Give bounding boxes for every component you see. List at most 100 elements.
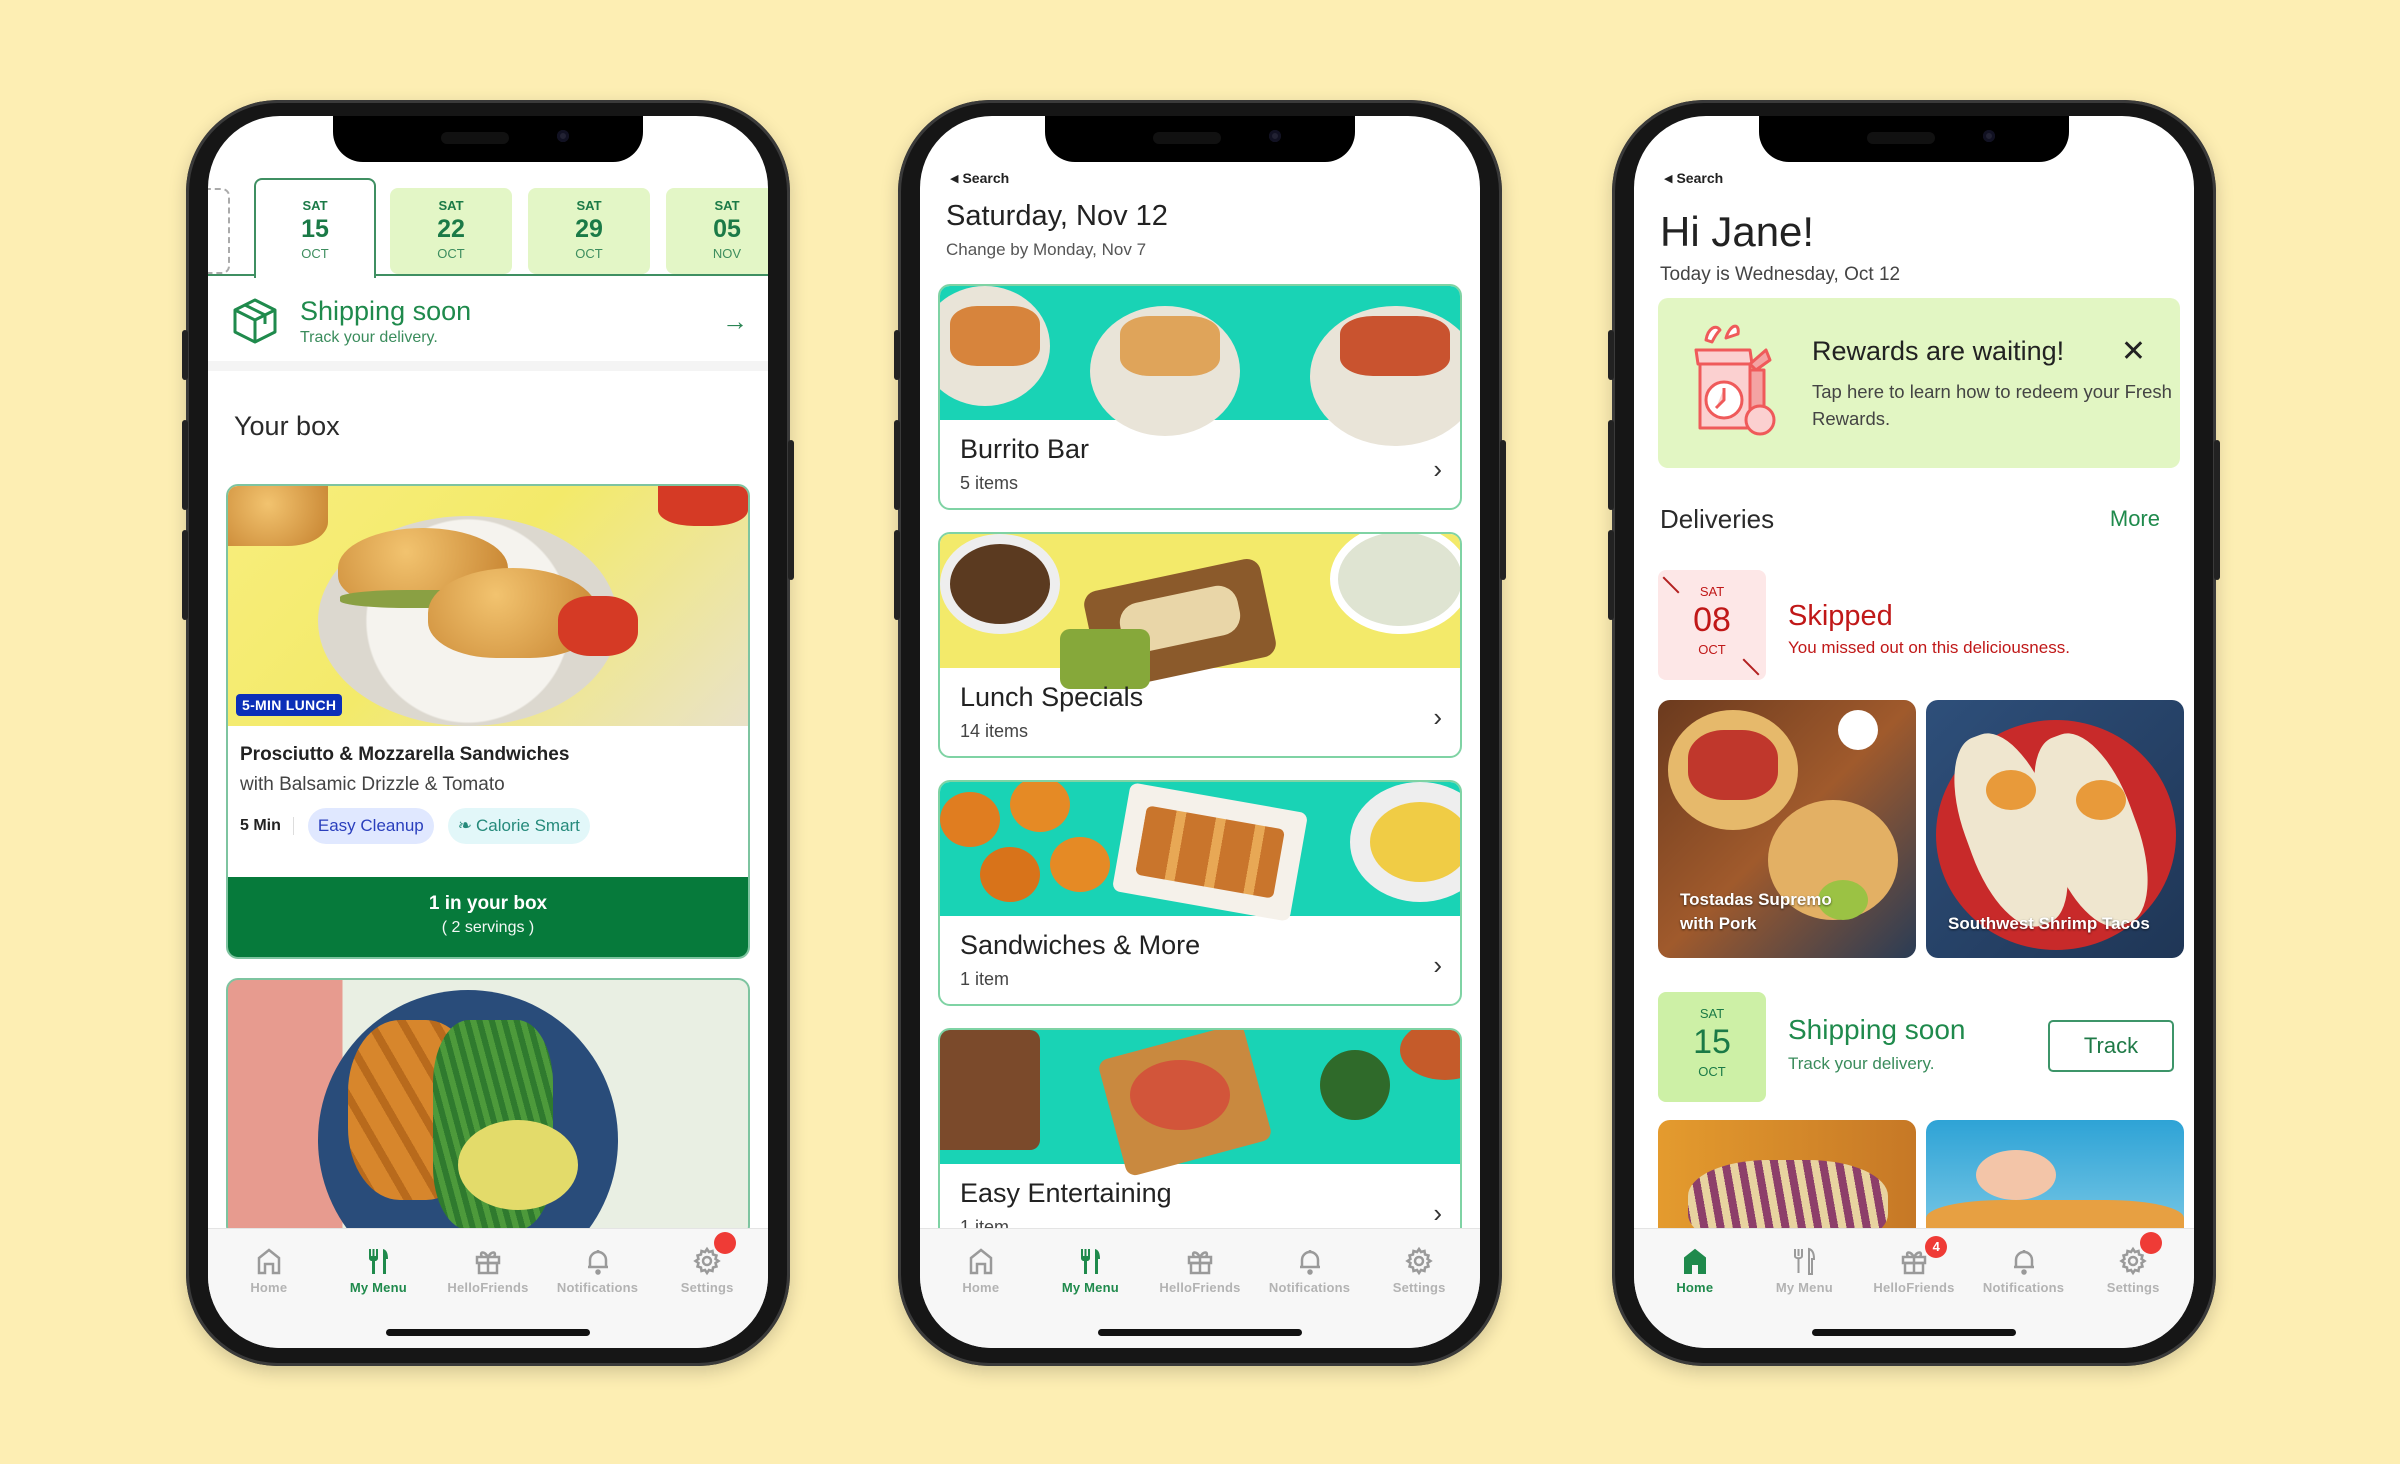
chevron-right-icon: › xyxy=(1433,454,1442,484)
tab-home[interactable]: Home xyxy=(926,1246,1036,1295)
recipe-meta: 5 Min Easy Cleanup ❧ Calorie Smart xyxy=(228,796,748,856)
notch xyxy=(1045,116,1355,162)
tab-my-menu[interactable]: My Menu xyxy=(1036,1246,1146,1295)
tab-my-menu[interactable]: My Menu xyxy=(1750,1246,1860,1295)
volume-down-button xyxy=(182,530,188,620)
home-icon xyxy=(1683,1248,1706,1274)
notification-dot xyxy=(2140,1232,2163,1254)
power-button xyxy=(1500,440,1506,580)
rewards-banner[interactable]: Rewards are waiting! Tap here to learn h… xyxy=(1658,298,2180,468)
home-icon xyxy=(257,1248,281,1275)
close-icon[interactable]: ✕ xyxy=(2121,334,2146,369)
recipe-time: 5 Min xyxy=(240,817,294,835)
tag-calorie-smart: ❧ Calorie Smart xyxy=(447,808,590,844)
skipped-subtitle: You missed out on this deliciousness. xyxy=(1788,638,2070,657)
shipping-soon-banner[interactable]: Shipping soon Track your delivery. → xyxy=(208,281,768,371)
home-indicator[interactable] xyxy=(1812,1329,2016,1336)
tab-label: Settings xyxy=(1392,1280,1446,1295)
tab-hellofriends[interactable]: HelloFriends xyxy=(1145,1246,1255,1295)
category-image xyxy=(940,534,1460,692)
tab-my-menu[interactable]: My Menu xyxy=(324,1246,434,1295)
recipe-card[interactable] xyxy=(226,978,750,1238)
date-day: SAT xyxy=(1699,1006,1725,1021)
date-chip[interactable]: SAT 05 NOV xyxy=(666,188,768,274)
meal-card-shrimp-tacos[interactable]: Southwest Shrimp Tacos xyxy=(1926,700,2184,958)
date-month: OCT xyxy=(1698,642,1726,657)
tab-label: HelloFriends xyxy=(1159,1280,1241,1295)
shipping-title: Shipping soon xyxy=(1788,1014,1966,1045)
shipping-subtitle: Track your delivery. xyxy=(1788,1054,1935,1073)
back-to-search[interactable]: ◀ Search xyxy=(950,170,1009,186)
phone-my-menu: SAT 15 OCT SAT 22 OCT SAT 29 OCT SAT 05 … xyxy=(182,100,794,1366)
tab-home[interactable]: Home xyxy=(1640,1246,1750,1295)
shipping-subtitle: Track your delivery. xyxy=(300,328,438,346)
date-number: 29 xyxy=(575,215,603,243)
gift-box-clock-icon xyxy=(1694,324,1776,436)
date-chip[interactable]: SAT 29 OCT xyxy=(528,188,650,274)
category-card-sandwiches-more[interactable]: Sandwiches & More 1 item › xyxy=(938,780,1462,1006)
home-icon xyxy=(969,1248,993,1275)
date-chip-previous[interactable] xyxy=(208,188,230,274)
screen: ◀ Search Saturday, Nov 12 Change by Mond… xyxy=(920,116,1480,1348)
category-name: Sandwiches & More xyxy=(960,930,1201,960)
phone-home: ◀ Search Hi Jane! Today is Wednesday, Oc… xyxy=(1608,100,2220,1366)
power-button xyxy=(788,440,794,580)
in-your-box-button[interactable]: 1 in your box ( 2 servings ) xyxy=(228,877,748,957)
rewards-title: Rewards are waiting! xyxy=(1812,336,2065,366)
date-day: SAT xyxy=(714,198,740,213)
bell-icon xyxy=(1299,1250,1320,1275)
recipe-name: Prosciutto & Mozzarella Sandwiches xyxy=(240,744,570,765)
gift-icon xyxy=(1901,1251,1927,1275)
category-count: 5 items xyxy=(960,473,1019,493)
date-number: 22 xyxy=(437,215,465,243)
date-chip[interactable]: SAT 22 OCT xyxy=(390,188,512,274)
category-image xyxy=(940,1030,1460,1178)
tab-settings[interactable]: Settings xyxy=(2078,1232,2188,1295)
greeting: Hi Jane! xyxy=(1660,208,1815,255)
tab-hellofriends[interactable]: HelloFriends xyxy=(433,1246,543,1295)
tab-notifications[interactable]: Notifications xyxy=(1255,1246,1365,1295)
recipe-description: with Balsamic Drizzle & Tomato xyxy=(240,774,505,795)
recipe-image: 5-MIN LUNCH xyxy=(228,486,748,726)
bell-icon xyxy=(2013,1250,2034,1275)
silent-switch xyxy=(894,330,900,380)
screen: ◀ Search Hi Jane! Today is Wednesday, Oc… xyxy=(1634,116,2194,1348)
tab-label: Settings xyxy=(680,1280,734,1295)
power-button xyxy=(2214,440,2220,580)
shipping-text: Shipping soon Track your delivery. xyxy=(300,296,471,347)
track-button[interactable]: Track xyxy=(2048,1020,2174,1072)
tab-settings[interactable]: Settings xyxy=(1364,1246,1474,1295)
tab-hellofriends[interactable]: HelloFriends 4 xyxy=(1859,1236,1969,1295)
home-indicator[interactable] xyxy=(1098,1329,1302,1336)
volume-down-button xyxy=(1608,530,1614,620)
delivery-date-selector: SAT 15 OCT SAT 22 OCT SAT 29 OCT SAT 05 … xyxy=(208,176,768,278)
date-day: SAT xyxy=(438,198,464,213)
more-link[interactable]: More xyxy=(2110,506,2160,532)
recipe-card[interactable]: 5-MIN LUNCH Prosciutto & Mozzarella Sand… xyxy=(226,484,750,959)
box-icon xyxy=(233,298,277,344)
meal-card[interactable] xyxy=(1658,1120,1916,1240)
category-card-easy-entertaining[interactable]: Easy Entertaining 1 item › xyxy=(938,1028,1462,1254)
gift-icon xyxy=(475,1251,501,1275)
chevron-right-icon: › xyxy=(1433,702,1442,732)
home-indicator[interactable] xyxy=(386,1329,590,1336)
meal-card[interactable] xyxy=(1926,1120,2184,1240)
skipped-title: Skipped xyxy=(1788,600,1893,632)
servings: ( 2 servings ) xyxy=(441,919,535,936)
date-chip[interactable]: SAT 15 OCT xyxy=(254,178,376,278)
meal-name: Tostadas Supremo with Pork xyxy=(1680,890,1832,933)
fork-knife-icon xyxy=(1081,1249,1101,1274)
tab-notifications[interactable]: Notifications xyxy=(543,1246,653,1295)
tab-notifications[interactable]: Notifications xyxy=(1969,1246,2079,1295)
tab-home[interactable]: Home xyxy=(214,1246,324,1295)
notch xyxy=(1759,116,2069,162)
category-card-burrito-bar[interactable]: Burrito Bar 5 items › xyxy=(938,284,1462,510)
category-card-lunch-specials[interactable]: Lunch Specials 14 items › xyxy=(938,532,1462,758)
tab-settings[interactable]: Settings xyxy=(652,1232,762,1295)
meal-card-tostadas[interactable]: Tostadas Supremo with Pork xyxy=(1658,700,1916,958)
section-title: Your box xyxy=(234,411,340,441)
tag-calorie-smart-label: Calorie Smart xyxy=(475,816,580,835)
back-to-search[interactable]: ◀ Search xyxy=(1664,170,1723,186)
gift-icon xyxy=(1187,1251,1213,1275)
category-name: Easy Entertaining xyxy=(960,1178,1172,1208)
